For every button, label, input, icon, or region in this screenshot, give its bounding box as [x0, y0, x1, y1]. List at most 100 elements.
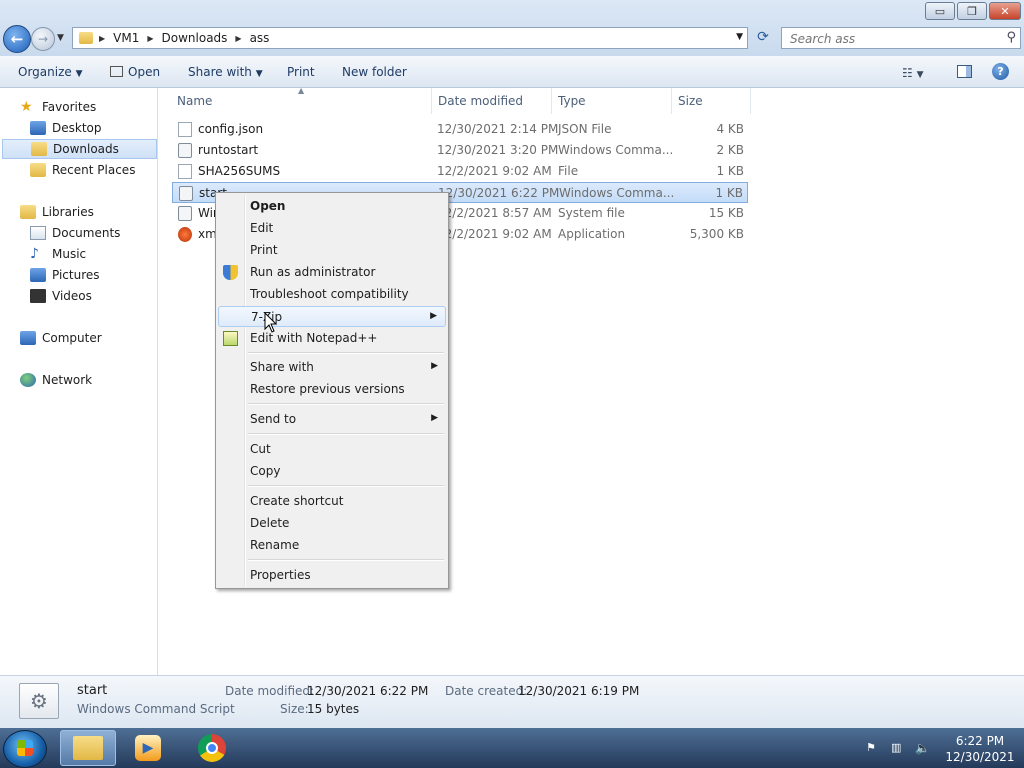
menu-item-print[interactable]: Print	[218, 240, 446, 261]
nav-pictures[interactable]: Pictures	[0, 265, 188, 285]
volume-icon[interactable]: 🔈	[915, 741, 930, 755]
recent-pages-dropdown[interactable]: ▼	[57, 33, 64, 43]
column-divider[interactable]	[671, 88, 672, 114]
menu-item-send-to[interactable]: Send to ▶	[218, 409, 446, 430]
nav-label: Recent Places	[52, 163, 136, 177]
menu-separator	[248, 403, 444, 405]
breadcrumb-arrow-icon[interactable]: ▶	[145, 34, 155, 43]
breadcrumb-arrow-icon[interactable]: ▶	[97, 34, 107, 43]
nav-label: Music	[52, 247, 87, 261]
view-options-button[interactable]: ☷ ▼	[902, 66, 924, 80]
minimize-button[interactable]: ▭	[925, 2, 955, 20]
forward-button[interactable]: →	[31, 27, 55, 51]
refresh-button[interactable]: ⟳	[752, 29, 774, 47]
taskbar-media-player-button[interactable]: ▶	[120, 730, 176, 766]
close-button[interactable]: ✕	[989, 2, 1021, 20]
column-divider[interactable]	[750, 88, 751, 114]
chevron-down-icon: ▼	[255, 69, 263, 79]
menu-item-edit-with-notepadpp[interactable]: Edit with Notepad++	[218, 328, 446, 349]
menu-label: Open	[250, 199, 286, 213]
documents-icon	[30, 226, 46, 240]
folder-icon	[73, 736, 103, 760]
details-date-modified: 12/30/2021 6:22 PM	[307, 684, 429, 698]
nav-downloads[interactable]: Downloads	[2, 139, 157, 159]
column-header-type[interactable]: Type	[558, 94, 586, 108]
nav-desktop[interactable]: Desktop	[0, 118, 188, 138]
file-name: SHA256SUMS	[198, 164, 281, 178]
breadcrumb-vm1[interactable]: VM1	[107, 31, 145, 45]
menu-separator	[248, 485, 444, 487]
menu-item-troubleshoot-compatibility[interactable]: Troubleshoot compatibility	[218, 284, 446, 305]
back-button[interactable]: ←	[3, 25, 31, 53]
menu-item-restore-previous-versions[interactable]: Restore previous versions	[218, 379, 446, 400]
breadcrumb-downloads[interactable]: Downloads	[156, 31, 234, 45]
file-row[interactable]: SHA256SUMS 12/2/2021 9:02 AM File 1 KB	[172, 161, 748, 182]
network-status-icon[interactable]: ▥	[891, 741, 905, 755]
file-type: Application	[558, 227, 626, 241]
print-button[interactable]: Print	[287, 65, 315, 79]
details-size-label: Size:	[280, 702, 309, 716]
menu-item-7zip[interactable]: 7-Zip▶	[218, 306, 446, 327]
nav-favorites[interactable]: ★ Favorites	[0, 97, 178, 117]
view-list-icon: ☷	[902, 66, 913, 80]
search-icon[interactable]: ⚲	[1006, 30, 1016, 45]
nav-libraries[interactable]: Libraries	[0, 202, 178, 222]
file-row[interactable]: runtostart 12/30/2021 3:20 PM Windows Co…	[172, 140, 748, 161]
open-button[interactable]: Open	[110, 65, 160, 79]
menu-item-rename[interactable]: Rename	[218, 535, 446, 556]
address-bar[interactable]: ▶ VM1 ▶ Downloads ▶ ass ▼	[72, 27, 748, 49]
menu-item-run-as-administrator[interactable]: Run as administrator	[218, 262, 446, 283]
notepadpp-icon	[223, 331, 238, 346]
column-header-date-modified[interactable]: Date modified	[438, 94, 523, 108]
nav-documents[interactable]: Documents	[0, 223, 188, 243]
share-with-button[interactable]: Share with ▼	[188, 65, 263, 79]
search-box[interactable]: ⚲	[781, 27, 1021, 49]
new-folder-button[interactable]: New folder	[342, 65, 407, 79]
file-row[interactable]: config.json 12/30/2021 2:14 PM JSON File…	[172, 119, 748, 140]
column-divider[interactable]	[431, 88, 432, 114]
nav-music[interactable]: ♪ Music	[0, 244, 188, 264]
address-dropdown-icon[interactable]: ▼	[736, 32, 743, 42]
breadcrumb-arrow-icon[interactable]: ▶	[233, 34, 243, 43]
menu-item-open[interactable]: Open	[218, 196, 446, 217]
column-header-name[interactable]: Name	[177, 94, 212, 108]
menu-label: Copy	[250, 464, 281, 478]
nav-label: Videos	[52, 289, 92, 303]
search-input[interactable]	[788, 29, 992, 49]
taskbar-chrome-button[interactable]	[184, 730, 240, 766]
nav-network[interactable]: Network	[0, 370, 178, 390]
start-button[interactable]	[3, 730, 47, 768]
menu-item-copy[interactable]: Copy	[218, 461, 446, 482]
menu-item-edit[interactable]: Edit	[218, 218, 446, 239]
action-center-flag-icon[interactable]: ⚑	[866, 741, 880, 755]
help-button[interactable]: ?	[992, 63, 1009, 80]
column-divider[interactable]	[551, 88, 552, 114]
nav-label: Network	[42, 373, 93, 387]
menu-item-delete[interactable]: Delete	[218, 513, 446, 534]
menu-item-properties[interactable]: Properties	[218, 565, 446, 586]
nav-recent-places[interactable]: Recent Places	[0, 160, 188, 180]
clock[interactable]: 6:22 PM 12/30/2021	[940, 733, 1020, 765]
menu-label: Properties	[250, 568, 311, 582]
breadcrumb-ass[interactable]: ass	[244, 31, 276, 45]
details-file-type: Windows Command Script	[77, 702, 235, 716]
file-size: 1 KB	[715, 186, 743, 200]
file-size: 15 KB	[708, 206, 744, 220]
nav-label: Downloads	[53, 142, 119, 156]
maximize-button[interactable]: ❐	[957, 2, 987, 20]
refresh-icon: ⟳	[757, 29, 769, 45]
uac-shield-icon	[223, 265, 238, 280]
nav-label: Pictures	[52, 268, 100, 282]
menu-item-create-shortcut[interactable]: Create shortcut	[218, 491, 446, 512]
nav-computer[interactable]: Computer	[0, 328, 178, 348]
help-icon: ?	[997, 65, 1004, 78]
taskbar-explorer-button[interactable]	[60, 730, 116, 766]
blank-file-icon	[178, 164, 192, 179]
sort-ascending-icon: ▲	[298, 86, 305, 95]
organize-button[interactable]: Organize ▼	[18, 65, 83, 79]
column-header-size[interactable]: Size	[678, 94, 703, 108]
menu-item-cut[interactable]: Cut	[218, 439, 446, 460]
menu-item-share-with[interactable]: Share with ▶	[218, 357, 446, 378]
nav-videos[interactable]: Videos	[0, 286, 188, 306]
preview-pane-button[interactable]	[957, 65, 972, 78]
